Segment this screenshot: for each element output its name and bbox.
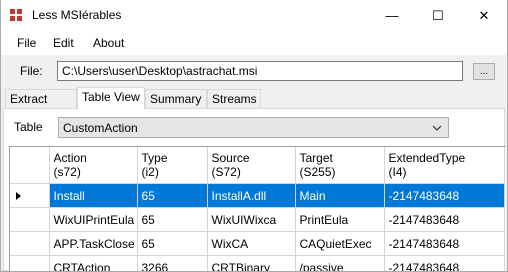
- cell-source[interactable]: WixUIWixca: [207, 207, 296, 232]
- cell-target[interactable]: Main: [295, 183, 385, 208]
- column-type: (S255): [299, 165, 336, 179]
- cell-extendedtype[interactable]: -2147483648: [384, 231, 505, 256]
- cell-action[interactable]: CRTAction: [49, 255, 138, 271]
- app-icon: [10, 9, 22, 21]
- table-select[interactable]: CustomAction: [58, 117, 449, 138]
- cell-target[interactable]: CAQuietExec: [295, 231, 385, 256]
- column-header-type[interactable]: Type (i2): [137, 147, 208, 184]
- column-name: Target: [299, 151, 333, 165]
- table-select-value: CustomAction: [63, 121, 138, 135]
- tab-extract-files[interactable]: Extract Files: [5, 89, 77, 124]
- column-name: Source: [211, 151, 250, 165]
- cell-type[interactable]: 3266: [137, 255, 208, 271]
- table-row[interactable]: WixUIPrintEula 65 WixUIWixca PrintEula -…: [10, 207, 505, 232]
- column-type: (s72): [53, 165, 81, 179]
- column-header-action[interactable]: Action (s72): [49, 147, 138, 184]
- browse-button[interactable]: ...: [473, 63, 495, 80]
- menu-bar: File Edit About: [1, 31, 507, 55]
- cell-extendedtype[interactable]: -2147483648: [384, 255, 505, 271]
- cell-type[interactable]: 65: [137, 183, 208, 208]
- chevron-down-icon: [432, 125, 442, 131]
- maximize-button[interactable]: ☐: [415, 0, 461, 31]
- data-grid[interactable]: Action (s72) Type (i2) Source (S72) Target(…: [9, 146, 506, 271]
- column-name: Action: [53, 151, 87, 165]
- row-header-corner: [10, 147, 50, 184]
- row-header[interactable]: [10, 255, 50, 271]
- title-bar: Less MSIérables — ☐ ✕: [1, 0, 507, 31]
- cell-action[interactable]: Install: [49, 183, 138, 208]
- column-header-extendedtype[interactable]: ExtendedType (I4): [384, 147, 505, 184]
- row-pointer-icon: [16, 191, 21, 200]
- cell-type[interactable]: 65: [137, 231, 208, 256]
- maximize-icon: ☐: [432, 7, 444, 23]
- column-type: (i2): [141, 165, 159, 179]
- cell-target[interactable]: PrintEula: [295, 207, 385, 232]
- cell-action[interactable]: WixUIPrintEula: [49, 207, 138, 232]
- minimize-icon: —: [385, 8, 399, 23]
- table-view-panel: Table CustomAction Action (s72) Type (i2…: [3, 108, 506, 271]
- minimize-button[interactable]: —: [369, 0, 415, 31]
- column-name: ExtendedType: [388, 151, 466, 165]
- table-row[interactable]: CRTAction 3266 CRTBinary /passive -21474…: [10, 255, 505, 271]
- column-name: Type: [141, 151, 168, 165]
- row-header[interactable]: [10, 231, 50, 256]
- table-row[interactable]: Install 65 InstallA.dll Main -2147483648: [10, 183, 505, 208]
- table-row[interactable]: APP.TaskClose 65 WixCA CAQuietExec -2147…: [10, 231, 505, 256]
- column-type: (S72): [211, 165, 241, 179]
- row-header[interactable]: [10, 183, 50, 208]
- menu-about[interactable]: About: [93, 36, 124, 50]
- tab-strip: Extract Files Table View Summary Streams: [1, 87, 507, 124]
- grid-table: Action (s72) Type (i2) Source (S72) Target(…: [10, 147, 505, 271]
- file-path-field[interactable]: C:\Users\user\Desktop\astrachat.msi: [57, 61, 463, 81]
- file-label: File:: [20, 64, 43, 78]
- menu-edit[interactable]: Edit: [53, 36, 74, 50]
- cell-extendedtype[interactable]: -2147483648: [384, 183, 505, 208]
- cell-source[interactable]: CRTBinary: [207, 255, 296, 271]
- cell-action[interactable]: APP.TaskClose: [49, 231, 138, 256]
- cell-target[interactable]: /passive: [295, 255, 385, 271]
- close-button[interactable]: ✕: [461, 0, 507, 31]
- cell-extendedtype[interactable]: -2147483648: [384, 207, 505, 232]
- menu-file[interactable]: File: [17, 36, 36, 50]
- cell-source[interactable]: InstallA.dll: [207, 183, 296, 208]
- cell-source[interactable]: WixCA: [207, 231, 296, 256]
- window-title: Less MSIérables: [32, 8, 122, 22]
- close-icon: ✕: [478, 7, 490, 23]
- tab-table-view[interactable]: Table View: [77, 87, 145, 109]
- column-header-source[interactable]: Source (S72): [207, 147, 296, 184]
- column-type: (I4): [388, 165, 407, 179]
- file-row: File: C:\Users\user\Desktop\astrachat.ms…: [1, 55, 507, 91]
- tab-summary[interactable]: Summary: [145, 89, 207, 108]
- table-label: Table: [14, 120, 43, 134]
- cell-type[interactable]: 65: [137, 207, 208, 232]
- grid-header-row: Action (s72) Type (i2) Source (S72) Target(…: [10, 147, 505, 184]
- tab-streams[interactable]: Streams: [207, 89, 261, 108]
- app-window: Less MSIérables — ☐ ✕ File Edit About Fi…: [0, 0, 508, 272]
- column-header-target[interactable]: Target (S255): [295, 147, 385, 184]
- row-header[interactable]: [10, 207, 50, 232]
